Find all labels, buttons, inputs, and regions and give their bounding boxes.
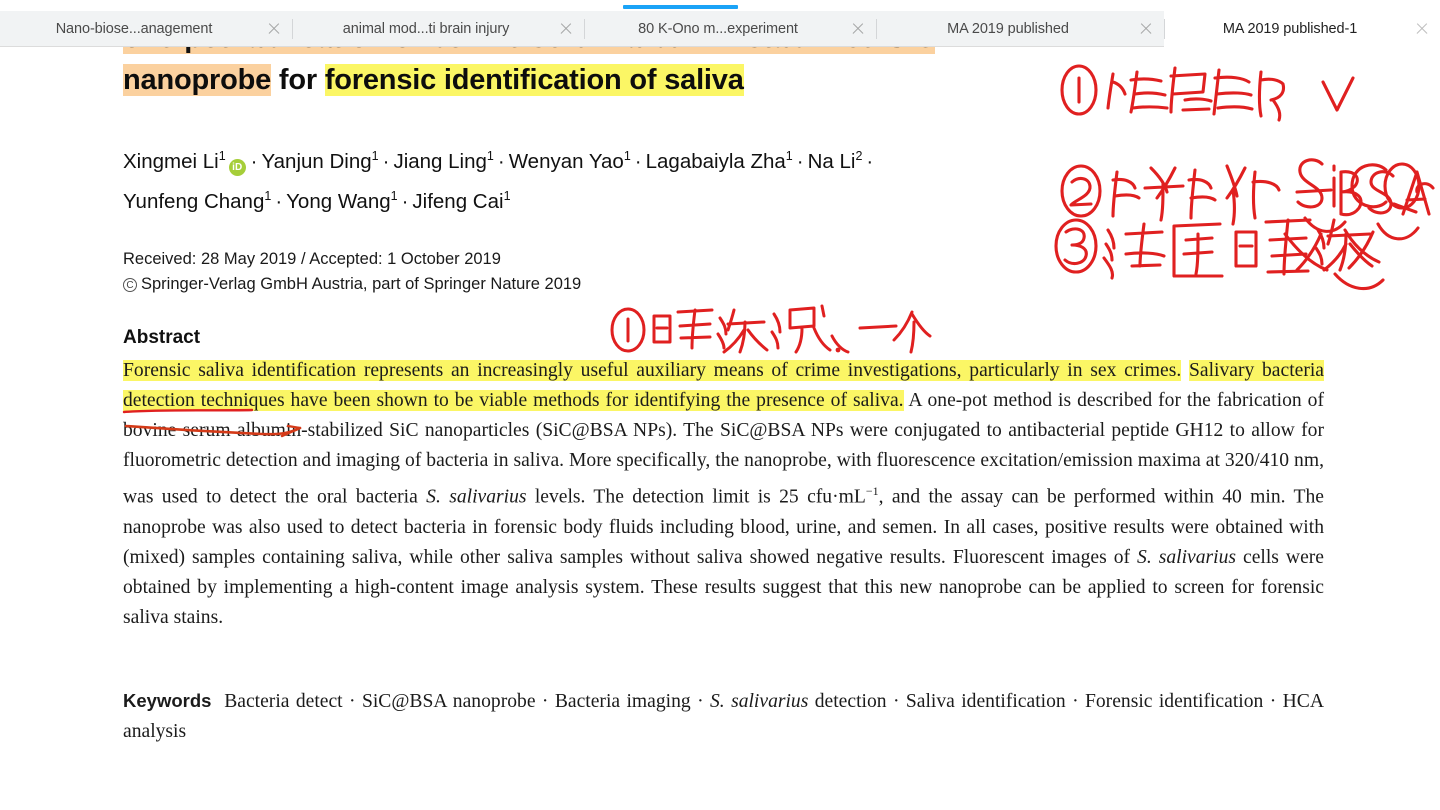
publication-dates: Received: 28 May 2019 / Accepted: 1 Octo…	[123, 247, 923, 297]
browser-tab-2-title: animal mod...ti brain injury	[342, 20, 510, 37]
author-affiliation-sup: 1	[390, 188, 398, 203]
title-plain: for	[271, 64, 325, 96]
browser-tab-4-title: MA 2019 published	[947, 20, 1069, 37]
keyword-item-species: S. salivarius	[709, 691, 809, 712]
abstract-superscript: −1	[865, 484, 879, 498]
tab-row: Nano-biose...anagement animal mod...ti b…	[0, 11, 1440, 47]
author-affiliation-sup: 1	[371, 149, 379, 163]
browser-window: Nano-biose...anagement animal mod...ti b…	[0, 0, 1440, 810]
close-icon[interactable]	[266, 21, 282, 37]
keyword-item: detection	[808, 691, 887, 712]
browser-tab-4[interactable]: MA 2019 published	[876, 11, 1164, 47]
author-name: Wenyan Yao	[508, 149, 624, 173]
author-name: Yunfeng Chang	[123, 189, 265, 213]
abstract-body: Forensic saliva identification represent…	[123, 356, 1325, 633]
author-separator: ·	[497, 149, 505, 173]
page-loading-indicator	[623, 5, 738, 9]
author-name: Yong Wang	[286, 189, 391, 213]
author-separator: ·	[866, 149, 874, 173]
browser-tab-strip: Nano-biose...anagement animal mod...ti b…	[0, 0, 1440, 47]
author-name: Na Li	[807, 149, 856, 173]
tab-divider	[584, 19, 585, 39]
keyword-item: Saliva identification	[905, 691, 1066, 712]
author-separator: ·	[382, 149, 390, 173]
author-name: Jifeng Cai	[412, 189, 504, 213]
author-affiliation-sup: 1	[486, 149, 494, 163]
author-affiliation-sup: 1	[503, 188, 511, 203]
browser-tab-3-title: 80 K-Ono m...experiment	[638, 20, 798, 37]
abstract-highlight-sentence-1: Forensic saliva identification represent…	[123, 360, 1182, 381]
copyright-text: Springer-Verlag GmbH Austria, part of Sp…	[141, 275, 582, 293]
close-icon[interactable]	[558, 21, 574, 37]
species-name: S. salivarius	[1137, 546, 1237, 568]
keyword-item: SiC@BSA nanoprobe	[361, 691, 536, 712]
keywords-section: Keywords Bacteria detect · SiC@BSA nanop…	[123, 690, 1324, 742]
title-highlight-yellow: forensic identification of saliva	[324, 64, 744, 96]
author-name: Yanjun Ding	[261, 149, 372, 173]
page-title: nanoprobe for forensic identification of…	[123, 60, 1223, 100]
author-list: Xingmei Li1iD · Yanjun Ding1 · Jiang Ling1 · W…	[123, 139, 1023, 219]
copyright-line: C Springer-Verlag GmbH Austria, part of S…	[123, 272, 923, 297]
author-affiliation-sup: 1	[785, 149, 793, 163]
title-first-line-text: one-pot fabrication of bovine serum albu…	[123, 47, 936, 54]
tab-divider	[292, 19, 293, 39]
pdf-page: one-pot fabrication of bovine serum albu…	[0, 47, 1440, 810]
received-accepted-line: Received: 28 May 2019 / Accepted: 1 Octo…	[123, 250, 501, 268]
author-affiliation-sup: 2	[855, 149, 863, 163]
author-separator: ·	[634, 149, 642, 173]
keyword-item: Bacteria imaging	[554, 691, 691, 712]
author-separator: ·	[401, 189, 409, 213]
keyword-item: Bacteria detect	[224, 691, 343, 712]
author-affiliation-sup: 1	[218, 149, 226, 163]
author-separator: ·	[275, 189, 283, 213]
browser-tab-1[interactable]: Nano-biose...anagement	[0, 11, 292, 47]
keyword-item: Forensic identification	[1084, 691, 1264, 712]
close-icon[interactable]	[850, 21, 866, 37]
close-icon[interactable]	[1138, 21, 1154, 37]
author-name: Jiang Ling	[393, 149, 487, 173]
tab-divider	[876, 19, 877, 39]
title-highlight-orange: nanoprobe	[123, 64, 272, 96]
copyright-icon: C	[123, 278, 137, 292]
author-affiliation-sup: 1	[623, 149, 631, 163]
orcid-icon[interactable]: iD	[228, 158, 246, 176]
browser-tab-3[interactable]: 80 K-Ono m...experiment	[584, 11, 876, 47]
species-name: S. salivarius	[426, 486, 527, 508]
tab-divider	[1164, 19, 1165, 39]
close-icon[interactable]	[1414, 21, 1430, 37]
browser-tab-2[interactable]: animal mod...ti brain injury	[292, 11, 584, 47]
author-separator: ·	[250, 149, 258, 173]
author-name: Xingmei Li	[123, 149, 219, 173]
abstract-heading: Abstract	[123, 327, 201, 348]
author-name: Lagabaiyla Zha	[645, 149, 786, 173]
browser-tab-1-title: Nano-biose...anagement	[55, 20, 213, 37]
abstract-text-2: levels. The detection limit is 25 cfu·mL	[526, 486, 866, 508]
browser-tab-5-title: MA 2019 published-1	[1222, 20, 1358, 37]
title-first-line-clipped: one-pot fabrication of bovine serum albu…	[123, 47, 1203, 57]
author-separator: ·	[796, 149, 804, 173]
keywords-heading: Keywords	[123, 690, 212, 711]
author-affiliation-sup: 1	[264, 188, 272, 203]
browser-tab-5-active[interactable]: MA 2019 published-1	[1164, 11, 1440, 47]
